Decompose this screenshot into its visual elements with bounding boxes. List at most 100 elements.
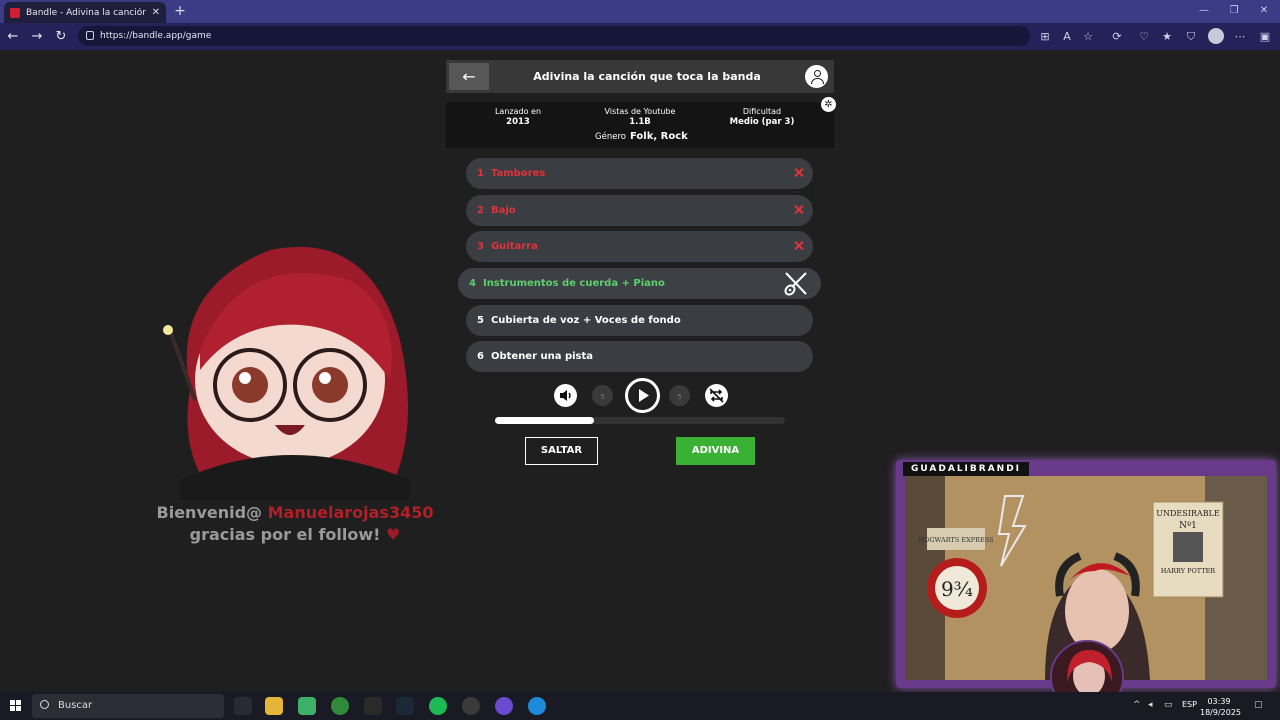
hint-row[interactable]: 6 Obtener una pista: [466, 341, 813, 372]
welcome-line-1: Bienvenid@ Manuelarojas3450: [130, 503, 460, 522]
address-bar-input[interactable]: https://bandle.app/game: [78, 26, 1030, 46]
violin-guitar-icon: [784, 272, 807, 296]
skip-button[interactable]: SALTAR: [525, 437, 598, 465]
app-available-icon[interactable]: ⊞: [1037, 29, 1053, 45]
search-icon: [40, 700, 49, 709]
difficulty-label: Dificultad: [742, 107, 782, 116]
maximize-icon[interactable]: ❐: [1224, 3, 1244, 19]
released-label: Lanzado en: [494, 107, 542, 116]
rewind-icon: 5: [600, 393, 605, 401]
track-label: Tambores: [490, 168, 546, 179]
track-row-5[interactable]: 5 Cubierta de voz + Voces de fondo: [466, 305, 813, 336]
browser-tab-strip: [0, 0, 1280, 23]
loop-toggle-button[interactable]: [705, 384, 728, 407]
welcome-thanks: gracias por el follow!: [189, 525, 381, 544]
rewind-5-button[interactable]: 5: [592, 385, 613, 406]
volume-button[interactable]: [554, 384, 577, 407]
file-explorer-icon[interactable]: [265, 697, 283, 715]
welcome-username: Manuelarojas3450: [267, 503, 434, 522]
taskview-icon[interactable]: [234, 697, 252, 715]
track-number: 3: [477, 241, 484, 252]
playback-progress-fill: [495, 417, 594, 424]
poster-name: HARRY POTTER: [1161, 567, 1217, 575]
profile-avatar-icon[interactable]: [1208, 28, 1224, 44]
wrong-x-icon: [794, 205, 803, 214]
track-label: Bajo: [490, 205, 516, 216]
poster-number: Nº1: [1179, 521, 1197, 531]
sidebar-toggle-icon[interactable]: ▣: [1257, 29, 1273, 45]
new-tab-button[interactable]: +: [172, 2, 188, 20]
express-sign: HOGWARTS EXPRESS: [918, 536, 993, 544]
favorites-icon[interactable]: ★: [1159, 29, 1175, 45]
forward-5-button[interactable]: 5: [669, 385, 690, 406]
favorite-star-icon[interactable]: ☆: [1080, 29, 1096, 45]
streamer-chibi-avatar: [163, 246, 410, 500]
clock-time: 03:39: [1207, 697, 1231, 706]
tab-close-icon[interactable]: ✕: [152, 7, 160, 18]
window-close-icon[interactable]: ✕: [1254, 3, 1274, 19]
tray-chevron-icon[interactable]: ^: [1133, 700, 1143, 710]
edge-icon[interactable]: [528, 697, 546, 715]
track-row-4-current[interactable]: 4 Instrumentos de cuerda + Piano: [458, 268, 821, 299]
shield-icon[interactable]: ⛉: [1183, 29, 1199, 45]
tab-title: Bandle - Adivina la canción, un in: [26, 7, 146, 18]
views-label: Vistas de Youtube: [604, 107, 676, 116]
volume-tray-icon[interactable]: ◂: [1148, 700, 1158, 710]
browser-essentials-icon[interactable]: ♡: [1136, 29, 1152, 45]
browser-tab[interactable]: Bandle - Adivina la canción, un in ✕: [4, 2, 166, 23]
track-label: Guitarra: [490, 241, 538, 252]
windows-start-icon[interactable]: [10, 700, 22, 712]
user-account-button[interactable]: [803, 63, 830, 90]
clock-date: 18/9/2025: [1200, 708, 1242, 717]
xbox-icon[interactable]: [331, 697, 349, 715]
games-app-icon[interactable]: [298, 697, 316, 715]
bandle-favicon-icon: [10, 7, 20, 18]
taskbar-search-input[interactable]: Buscar: [32, 694, 224, 718]
welcome-line-2: gracias por el follow! ♥: [130, 525, 460, 544]
epic-games-icon[interactable]: [364, 697, 382, 715]
settings-gear-icon[interactable]: ✲: [821, 97, 836, 112]
back-arrow-icon: ←: [462, 67, 476, 86]
track-number: 4: [469, 278, 476, 289]
track-number: 2: [477, 205, 484, 216]
genre-label: Género: [595, 132, 626, 142]
track-number: 5: [477, 315, 484, 326]
play-icon: [639, 389, 649, 402]
track-row-2[interactable]: 2 Bajo: [466, 195, 813, 226]
back-arrow-icon[interactable]: ←: [4, 28, 22, 46]
loop-off-icon: [709, 388, 724, 403]
refresh-icon[interactable]: ↻: [52, 28, 70, 46]
obs-icon[interactable]: [462, 697, 480, 715]
track-label: Obtener una pista: [490, 351, 594, 362]
site-info-icon[interactable]: [86, 31, 94, 40]
user-body-icon: [811, 78, 824, 84]
track-row-1[interactable]: 1 Tambores: [466, 158, 813, 189]
speaker-icon: [560, 390, 571, 401]
notifications-icon[interactable]: ▢: [1254, 700, 1264, 710]
taskbar-clock[interactable]: 03:39 18/9/2025: [1200, 696, 1242, 718]
welcome-prefix: Bienvenid@: [156, 503, 263, 522]
more-menu-icon[interactable]: ⋯: [1232, 29, 1248, 45]
game-back-button[interactable]: ←: [449, 63, 489, 90]
guess-button[interactable]: ADIVINA: [676, 437, 755, 465]
track-label: Cubierta de voz + Voces de fondo: [490, 315, 681, 326]
track-label: Instrumentos de cuerda + Piano: [482, 278, 665, 289]
genre-value: Folk, Rock: [630, 131, 688, 142]
discord-icon[interactable]: [495, 697, 513, 715]
released-value: 2013: [506, 117, 530, 127]
wrong-x-icon: [794, 168, 803, 177]
spotify-icon[interactable]: [429, 697, 447, 715]
play-button[interactable]: [625, 378, 660, 413]
extensions-icon[interactable]: ⟳: [1109, 29, 1125, 45]
forward-icon: 5: [677, 393, 682, 401]
minimize-icon[interactable]: —: [1194, 3, 1214, 19]
platform-sign: 9¾: [941, 577, 973, 601]
poster-title: UNDESIRABLE: [1156, 509, 1220, 518]
track-row-3[interactable]: 3 Guitarra: [466, 231, 813, 262]
forward-arrow-icon[interactable]: →: [28, 28, 46, 46]
steam-icon[interactable]: [396, 697, 414, 715]
webcam-streamer-label: GUADALIBRANDI: [903, 462, 1030, 476]
network-tray-icon[interactable]: ▭: [1164, 700, 1174, 710]
input-language[interactable]: ESP: [1182, 700, 1197, 709]
read-aloud-icon[interactable]: A: [1059, 29, 1075, 45]
